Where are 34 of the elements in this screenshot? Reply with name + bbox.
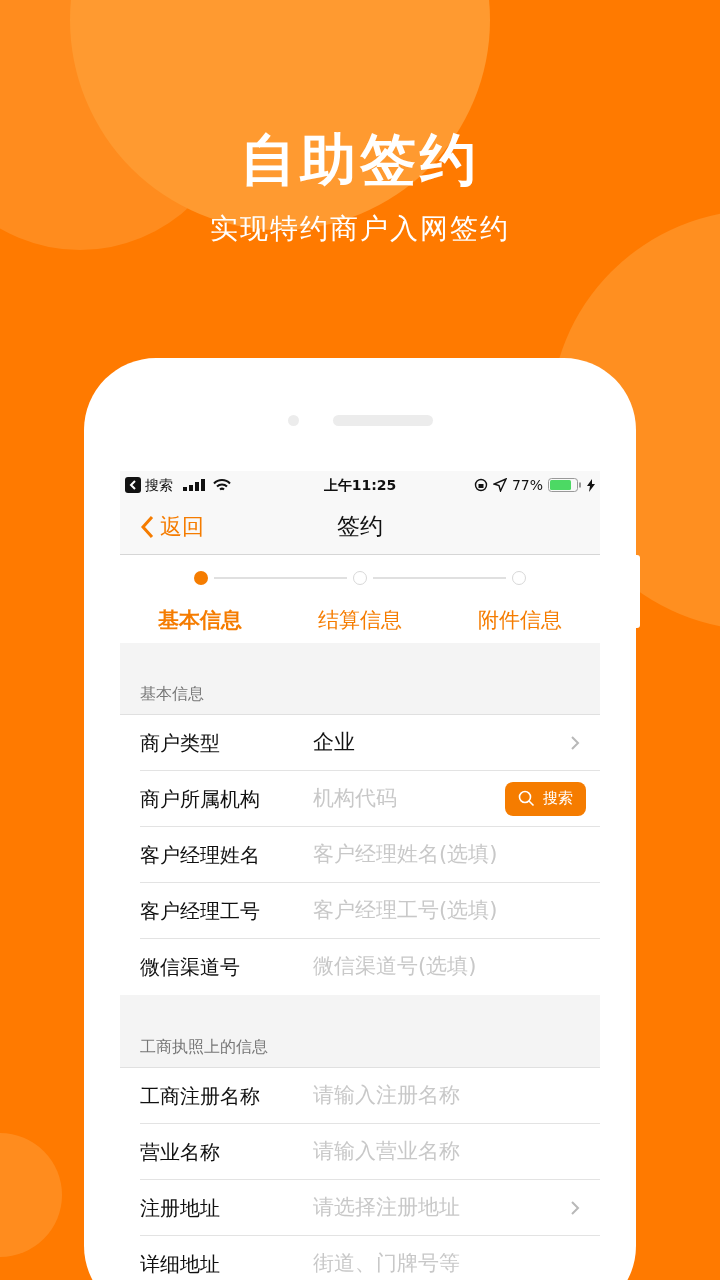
field-label: 营业名称	[140, 1138, 221, 1166]
battery-percent: 77%	[511, 475, 543, 495]
headline: 自助签约	[240, 126, 480, 194]
signal-icon	[183, 479, 205, 491]
charging-bolt-icon	[587, 478, 595, 492]
location-arrow-icon	[492, 478, 507, 492]
field-label: 商户类型	[140, 729, 221, 757]
select-field[interactable]: 企业	[313, 726, 586, 759]
wifi-icon	[213, 478, 231, 492]
back-chevron-icon	[140, 514, 154, 539]
search-button[interactable]: 搜索	[505, 781, 586, 816]
step-tab[interactable]: 结算信息	[280, 605, 440, 637]
step-tab[interactable]: 附件信息	[440, 605, 600, 637]
field-label: 工商注册名称	[140, 1082, 261, 1110]
field-label: 客户经理姓名	[140, 841, 261, 869]
nav-title: 签约	[337, 512, 383, 542]
rotation-lock-icon	[473, 478, 488, 492]
section-header: 基本信息	[140, 683, 204, 705]
field-label: 客户经理工号	[140, 897, 261, 925]
subtitle: 实现特约商户入网签约	[210, 211, 510, 247]
search-icon	[518, 790, 535, 807]
section-header: 工商执照上的信息	[140, 1036, 268, 1058]
back-app-label[interactable]: 搜索	[145, 474, 173, 496]
field-label: 注册地址	[140, 1194, 221, 1222]
field-label: 商户所属机构	[140, 785, 261, 813]
back-button[interactable]: 返回	[140, 510, 204, 543]
step-tab[interactable]: 基本信息	[120, 605, 280, 637]
field-label: 微信渠道号	[140, 954, 241, 981]
chevron-right-icon	[570, 1199, 580, 1216]
back-app-icon[interactable]	[125, 477, 141, 493]
battery-icon	[548, 478, 582, 492]
field-label: 详细地址	[140, 1251, 221, 1278]
chevron-right-icon	[570, 734, 580, 751]
status-time: 上午11:25	[322, 475, 398, 495]
